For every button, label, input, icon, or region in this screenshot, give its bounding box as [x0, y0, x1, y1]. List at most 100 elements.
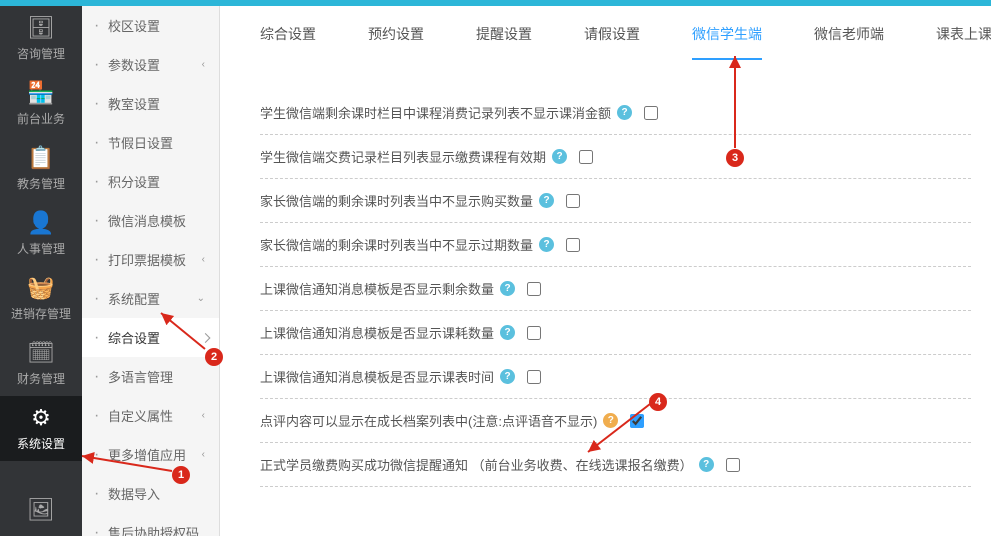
nav-inventory[interactable]: 🧺 进销存管理: [0, 266, 82, 331]
chevron-left-icon: ‹: [202, 410, 205, 421]
annotation-marker-2: 2: [205, 348, 223, 366]
sidebar-label: 自定义属性: [108, 406, 173, 425]
nav-label: 财务管理: [17, 370, 65, 387]
sidebar-item-campus[interactable]: 校区设置: [82, 6, 219, 45]
help-icon[interactable]: ?: [603, 413, 618, 428]
nav-education[interactable]: 📋 教务管理: [0, 136, 82, 201]
sidebar-item-sysconfig[interactable]: 系统配置 ⌄: [82, 279, 219, 318]
setting-row: 点评内容可以显示在成长档案列表中(注意:点评语音不显示) ?: [260, 399, 971, 443]
consult-icon: 🗄: [27, 15, 55, 41]
setting-label: 上课微信通知消息模板是否显示课表时间: [260, 367, 494, 386]
help-icon[interactable]: ?: [539, 237, 554, 252]
settings-content: 学生微信端剩余课时栏目中课程消费记录列表不显示课消金额 ? 学生微信端交费记录栏…: [220, 61, 991, 536]
setting-checkbox[interactable]: [527, 326, 541, 340]
setting-row: 学生微信端剩余课时栏目中课程消费记录列表不显示课消金额 ?: [260, 91, 971, 135]
nav-system-settings[interactable]: ⚙ 系统设置: [0, 396, 82, 461]
nav-bottom[interactable]: 🖼: [0, 484, 82, 536]
sidebar-item-import[interactable]: 数据导入: [82, 474, 219, 513]
image-icon: 🖼: [27, 497, 55, 523]
nav-hr[interactable]: 👤 人事管理: [0, 201, 82, 266]
tab-schedule[interactable]: 课表上课讠: [936, 24, 991, 60]
sidebar-label: 参数设置: [108, 55, 160, 74]
chevron-left-icon: ‹: [202, 254, 205, 265]
sidebar-item-multilang[interactable]: 多语言管理: [82, 357, 219, 396]
nav-finance[interactable]: 🗓 财务管理: [0, 331, 82, 396]
tab-bar: 综合设置 预约设置 提醒设置 请假设置 微信学生端 微信老师端 课表上课讠: [220, 6, 991, 61]
nav-frontdesk[interactable]: 🏪 前台业务: [0, 71, 82, 136]
sidebar-label: 更多增值应用: [108, 445, 186, 464]
finance-icon: 🗓: [27, 340, 55, 366]
nav-label: 咨询管理: [17, 45, 65, 62]
setting-row: 上课微信通知消息模板是否显示课表时间 ?: [260, 355, 971, 399]
main-area: 综合设置 预约设置 提醒设置 请假设置 微信学生端 微信老师端 课表上课讠 学生…: [220, 0, 991, 536]
app-container: 🗄 咨询管理 🏪 前台业务 📋 教务管理 👤 人事管理 🧺 进销存管理 🗓 财务…: [0, 0, 991, 536]
sidebar-item-authcode[interactable]: 售后协助授权码: [82, 513, 219, 536]
sidebar-label: 系统配置: [108, 289, 160, 308]
sidebar-label: 微信消息模板: [108, 211, 186, 230]
setting-label: 家长微信端的剩余课时列表当中不显示过期数量: [260, 235, 533, 254]
annotation-marker-1: 1: [172, 466, 190, 484]
sidebar-label: 多语言管理: [108, 367, 173, 386]
setting-checkbox[interactable]: [527, 370, 541, 384]
tab-wechat-teacher[interactable]: 微信老师端: [814, 24, 884, 60]
tab-wechat-student[interactable]: 微信学生端: [692, 24, 762, 60]
sidebar-label: 校区设置: [108, 16, 160, 35]
sidebar-item-holiday[interactable]: 节假日设置: [82, 123, 219, 162]
gear-icon: ⚙: [31, 405, 51, 431]
top-bar: [0, 0, 991, 6]
setting-checkbox[interactable]: [644, 106, 658, 120]
nav-consult[interactable]: 🗄 咨询管理: [0, 6, 82, 71]
tab-appointment[interactable]: 预约设置: [368, 24, 424, 60]
sidebar-label: 节假日设置: [108, 133, 173, 152]
annotation-marker-4: 4: [649, 393, 667, 411]
nav-label: 教务管理: [17, 175, 65, 192]
setting-label: 学生微信端交费记录栏目列表显示缴费课程有效期: [260, 147, 546, 166]
nav-label: 进销存管理: [11, 305, 71, 322]
setting-label: 学生微信端剩余课时栏目中课程消费记录列表不显示课消金额: [260, 103, 611, 122]
setting-checkbox[interactable]: [726, 458, 740, 472]
help-icon[interactable]: ?: [699, 457, 714, 472]
setting-row: 上课微信通知消息模板是否显示课耗数量 ?: [260, 311, 971, 355]
sidebar-label: 售后协助授权码: [108, 523, 199, 536]
sidebar-label: 综合设置: [108, 328, 160, 347]
help-icon[interactable]: ?: [539, 193, 554, 208]
sidebar-item-customattr[interactable]: 自定义属性 ‹: [82, 396, 219, 435]
setting-checkbox[interactable]: [566, 238, 580, 252]
tab-general[interactable]: 综合设置: [260, 24, 316, 60]
help-icon[interactable]: ?: [500, 281, 515, 296]
tab-leave[interactable]: 请假设置: [584, 24, 640, 60]
nav-label: 系统设置: [17, 435, 65, 452]
help-icon[interactable]: ?: [500, 369, 515, 384]
chevron-left-icon: ‹: [202, 449, 205, 460]
chevron-left-icon: ‹: [202, 59, 205, 70]
setting-row: 家长微信端的剩余课时列表当中不显示过期数量 ?: [260, 223, 971, 267]
setting-label: 正式学员缴费购买成功微信提醒通知 （前台业务收费、在线选课报名缴费）: [260, 455, 693, 474]
help-icon[interactable]: ?: [500, 325, 515, 340]
setting-row: 家长微信端的剩余课时列表当中不显示购买数量 ?: [260, 179, 971, 223]
chevron-down-icon: ⌄: [197, 293, 205, 304]
sidebar-item-addons[interactable]: 更多增值应用 ‹: [82, 435, 219, 474]
sidebar-item-print[interactable]: 打印票据模板‹: [82, 240, 219, 279]
sidebar-item-points[interactable]: 积分设置: [82, 162, 219, 201]
sidebar-label: 教室设置: [108, 94, 160, 113]
sidebar-label: 积分设置: [108, 172, 160, 191]
help-icon[interactable]: ?: [552, 149, 567, 164]
sidebar-item-params[interactable]: 参数设置 ‹: [82, 45, 219, 84]
sidebar-label: 数据导入: [108, 484, 160, 503]
setting-row: 学生微信端交费记录栏目列表显示缴费课程有效期 ?: [260, 135, 971, 179]
setting-checkbox[interactable]: [630, 414, 644, 428]
annotation-marker-3: 3: [726, 149, 744, 167]
tab-reminder[interactable]: 提醒设置: [476, 24, 532, 60]
setting-checkbox[interactable]: [579, 150, 593, 164]
sidebar-item-classroom[interactable]: 教室设置: [82, 84, 219, 123]
nav-label: 前台业务: [17, 110, 65, 127]
sidebar-item-wechat-template[interactable]: 微信消息模板: [82, 201, 219, 240]
secondary-sidebar: 校区设置 参数设置 ‹ 教室设置 节假日设置 积分设置 微信消息模板 打印票据模板…: [82, 0, 220, 536]
setting-checkbox[interactable]: [527, 282, 541, 296]
nav-label: 人事管理: [17, 240, 65, 257]
education-icon: 📋: [27, 145, 54, 171]
setting-checkbox[interactable]: [566, 194, 580, 208]
setting-label: 家长微信端的剩余课时列表当中不显示购买数量: [260, 191, 533, 210]
sidebar-item-general-settings[interactable]: 综合设置: [82, 318, 219, 357]
help-icon[interactable]: ?: [617, 105, 632, 120]
